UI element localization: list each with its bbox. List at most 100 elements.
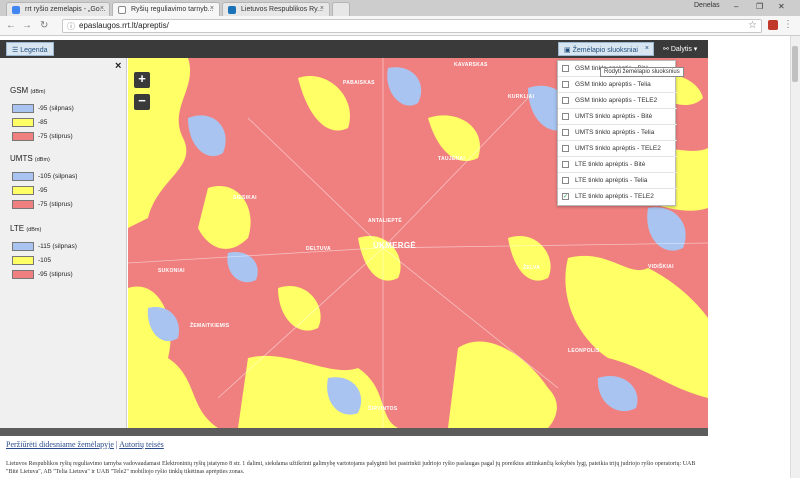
window-close-icon[interactable]: ✕ — [778, 2, 785, 11]
close-legend-icon[interactable]: × — [115, 60, 121, 72]
legend-list-icon: ☰ — [12, 47, 21, 54]
layer-checkbox[interactable] — [562, 129, 569, 136]
section-unit: (dBm) — [26, 227, 42, 233]
section-unit: (dBm) — [34, 157, 50, 163]
layer-checkbox[interactable] — [562, 113, 569, 120]
close-tab-icon[interactable]: × — [210, 5, 214, 12]
weak-swatch — [12, 242, 34, 251]
browser-tab-rrt[interactable]: Ryšių reguliavimo tarnyb... × — [112, 2, 220, 16]
reload-icon[interactable]: ↻ — [40, 20, 48, 31]
layer-option[interactable]: LTE tinklo aprėptis - Bitė — [558, 157, 677, 173]
map-label: LEONPOLIS — [568, 348, 600, 354]
link-icon: ⚯ — [663, 46, 671, 53]
section-title: UMTS — [10, 154, 33, 163]
url-text: epaslaugos.rrt.lt/apreptis/ — [79, 21, 169, 30]
layer-option[interactable]: GSM tinklo aprėptis - TELE2 — [558, 93, 677, 109]
extension-icon[interactable] — [768, 20, 778, 30]
map-label: SIESIKAI — [233, 195, 257, 201]
page-favicon-icon — [228, 6, 236, 14]
bookmark-star-icon[interactable]: ☆ — [748, 20, 757, 31]
close-layers-icon[interactable]: × — [645, 45, 649, 52]
map-label: KURKLIAI — [508, 94, 535, 100]
map-label: SUKONIAI — [158, 268, 185, 274]
map-label: ŠIRVINTOS — [368, 406, 398, 412]
profile-name[interactable]: Denelas — [694, 2, 720, 9]
back-icon[interactable]: ← — [6, 20, 16, 31]
scrollbar-thumb[interactable] — [792, 46, 798, 82]
tab-title: Lietuvos Respublikos Ry... — [241, 6, 323, 13]
weak-swatch — [12, 104, 34, 113]
share-button-label: Dalytis — [670, 46, 692, 53]
close-tab-icon[interactable]: × — [100, 5, 104, 12]
layer-option[interactable]: GSM tinklo aprėptis - Telia — [558, 77, 677, 93]
map-bottom-bar — [0, 428, 708, 436]
map-label: KAVARSKAS — [454, 62, 488, 68]
footer-links: Peržiūrėti didesniame žemėlapyje | Autor… — [6, 440, 164, 449]
map-label-city: UKMERGĖ — [373, 241, 416, 250]
layer-checkbox[interactable] — [562, 65, 569, 72]
layer-checkbox[interactable] — [562, 97, 569, 104]
layer-checkbox[interactable] — [562, 145, 569, 152]
legend-section-lte: LTE (dBm) — [10, 224, 41, 233]
legend-toggle-button[interactable]: ☰ Legenda — [6, 42, 54, 56]
strong-swatch — [12, 200, 34, 209]
weak-swatch — [12, 172, 34, 181]
layers-button-label: Žemėlapio sluoksniai — [572, 47, 638, 54]
map-label: ANTALIEPTĖ — [368, 218, 403, 224]
layer-option[interactable]: UMTS tinklo aprėptis - Telia — [558, 125, 677, 141]
map-label: TAUJĖNAI — [438, 156, 466, 162]
medium-swatch — [12, 118, 34, 127]
legend-panel: × GSM (dBm) -95 (silpnas) -85 -75 (stipr… — [0, 58, 127, 428]
minimize-icon[interactable]: – — [734, 2, 738, 11]
layers-icon: ▣ — [564, 47, 573, 54]
page-favicon-icon — [118, 6, 126, 14]
share-button[interactable]: ⚯ Dalytis ▾ — [658, 42, 702, 56]
layers-tooltip: Rodyti žemėlapio sluoksnius — [600, 67, 684, 77]
map-label: DELTUVA — [306, 246, 331, 252]
menu-dots-icon[interactable]: ⋮ — [783, 19, 793, 30]
browser-tab-google[interactable]: rrt ryšio zemelapis - „Go... × — [6, 2, 110, 16]
layer-checkbox-checked[interactable]: ✓ — [562, 193, 569, 200]
page-scrollbar[interactable] — [790, 36, 800, 478]
layer-checkbox[interactable] — [562, 81, 569, 88]
view-larger-map-link[interactable]: Peržiūrėti didesniame žemėlapyje — [6, 440, 114, 449]
zoom-in-button[interactable]: + — [134, 72, 150, 88]
zoom-out-button[interactable]: − — [134, 94, 150, 110]
strong-swatch — [12, 270, 34, 279]
link-separator: | — [115, 440, 118, 449]
map-topbar: ☰ Legenda ▣ Žemėlapio sluoksniai × ⚯ Dal… — [0, 40, 708, 58]
section-title: GSM — [10, 86, 29, 95]
forward-icon[interactable]: → — [22, 20, 32, 31]
medium-swatch — [12, 256, 34, 265]
close-tab-icon[interactable]: × — [320, 5, 324, 12]
layer-option[interactable]: UMTS tinklo aprėptis - Bitė — [558, 109, 677, 125]
map-label: PABAISKAS — [343, 80, 375, 86]
tab-title: Ryšių reguliavimo tarnyb... — [131, 6, 214, 13]
map-label: ŽELVA — [523, 265, 541, 271]
layers-dropdown: GSM tinklo aprėptis - Bitė GSM tinklo ap… — [557, 60, 677, 206]
browser-tab-strip: rrt ryšio zemelapis - „Go... × Ryšių reg… — [0, 0, 800, 16]
map-layers-button[interactable]: ▣ Žemėlapio sluoksniai × — [558, 42, 654, 56]
browser-tab-lt[interactable]: Lietuvos Respublikos Ry... × — [222, 2, 330, 16]
medium-swatch — [12, 186, 34, 195]
legend-button-label: Legenda — [20, 47, 48, 54]
layer-option[interactable]: ✓ LTE tinklo aprėptis - TELE2 — [558, 189, 677, 205]
map-label: VIDIŠKIAI — [648, 264, 674, 270]
layer-checkbox[interactable] — [562, 161, 569, 168]
tab-title: rrt ryšio zemelapis - „Go... — [25, 6, 106, 13]
map-label: ŽEMAITKIEMIS — [190, 323, 230, 329]
address-bar[interactable]: ⓘ epaslaugos.rrt.lt/apreptis/ ☆ — [62, 19, 762, 33]
layer-checkbox[interactable] — [562, 177, 569, 184]
maximize-icon[interactable]: ❐ — [756, 2, 763, 11]
layer-option[interactable]: LTE tinklo aprėptis - Telia — [558, 173, 677, 189]
strong-swatch — [12, 132, 34, 141]
copyright-link[interactable]: Autorių teisės — [119, 440, 164, 449]
footer-description: Lietuvos Respublikos ryšių reguliavimo t… — [6, 461, 696, 475]
layer-option[interactable]: UMTS tinklo aprėptis - TELE2 — [558, 141, 677, 157]
new-tab-button[interactable] — [332, 2, 350, 16]
legend-section-gsm: GSM (dBm) — [10, 86, 45, 95]
google-favicon-icon — [12, 6, 20, 14]
browser-toolbar: ← → ↻ ⓘ epaslaugos.rrt.lt/apreptis/ ☆ ⋮ — [0, 16, 800, 36]
info-icon[interactable]: ⓘ — [67, 21, 75, 32]
section-unit: (dBm) — [30, 89, 46, 95]
